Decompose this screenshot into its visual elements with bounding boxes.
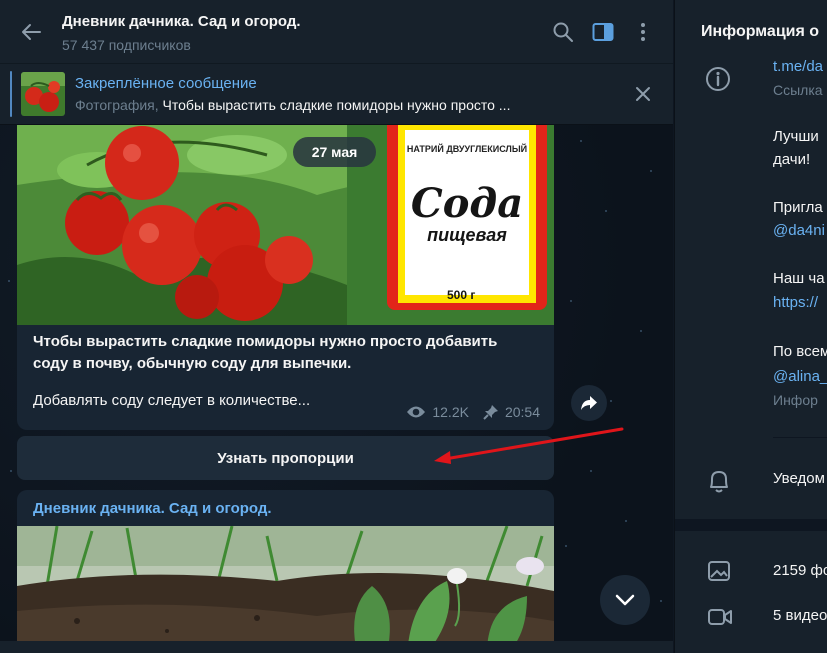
share-arrow-icon xyxy=(581,396,597,410)
channel-post[interactable]: НАТРИЙ ДВУУГЛЕКИСЛЫЙ Сода пищевая 500 г … xyxy=(17,125,554,430)
pinned-kind: Фотография, xyxy=(75,97,159,113)
soda-word2: пищевая xyxy=(427,225,507,245)
arrow-left-icon xyxy=(22,23,41,40)
search-icon xyxy=(553,22,573,42)
description-line: дачи! xyxy=(773,151,811,168)
date-badge: 27 мая xyxy=(293,137,376,167)
info-icon xyxy=(706,67,730,91)
description-line: По всем xyxy=(773,343,827,360)
channel-title: Дневник дачника. Сад и огород. xyxy=(62,12,301,30)
description-line: Пригла xyxy=(773,199,823,216)
close-icon xyxy=(636,87,650,101)
post-photo[interactable]: НАТРИЙ ДВУУГЛЕКИСЛЫЙ Сода пищевая 500 г xyxy=(17,125,554,325)
post-text-line: Чтобы вырастить сладкие помидоры нужно п… xyxy=(33,333,498,350)
video-icon xyxy=(708,609,732,625)
more-vertical-icon xyxy=(641,22,645,41)
pinned-thumbnail xyxy=(21,72,65,116)
bell-icon xyxy=(710,471,728,493)
channel-link-caption: Ссылка xyxy=(773,82,823,98)
post-time: 20:54 xyxy=(504,404,540,420)
post-author[interactable]: Дневник дачника. Сад и огород. xyxy=(17,490,554,526)
pinned-accent-bar xyxy=(10,71,12,117)
channel-info-pane: Информация о t.me/da Ссылка Лучши дачи! … xyxy=(674,0,827,653)
soda-brand-label: НАТРИЙ ДВУУГЛЕКИСЛЫЙ xyxy=(406,144,528,154)
post-meta: 12.2K 20:54 xyxy=(406,404,540,420)
description-line: Наш ча xyxy=(773,270,825,287)
invite-handle-link[interactable]: @da4ni xyxy=(773,222,825,239)
composer-area xyxy=(0,641,673,653)
pinned-preview-text: Чтобы вырастить сладкие помидоры нужно п… xyxy=(162,97,511,113)
description-line: Лучши xyxy=(773,128,819,145)
share-button[interactable] xyxy=(571,385,607,421)
soda-word: Сода xyxy=(410,180,524,227)
chevron-down-icon xyxy=(615,594,635,606)
more-button[interactable] xyxy=(623,0,663,64)
channel-link[interactable]: t.me/da xyxy=(773,58,823,75)
contact-caption: Инфор xyxy=(773,392,818,408)
photo-icon xyxy=(708,561,730,581)
pinned-title: Закреплённое сообщение xyxy=(75,75,257,92)
divider xyxy=(773,437,827,438)
post-text-line: соду в почву, обычную соду для выпечки. xyxy=(33,355,352,372)
info-title: Информация о xyxy=(701,23,820,40)
pin-icon xyxy=(483,405,498,420)
subscriber-count: 57 437 подписчиков xyxy=(62,36,191,53)
soda-weight: 500 г xyxy=(447,288,476,302)
sidebar-toggle-button[interactable] xyxy=(583,0,623,64)
eye-icon xyxy=(407,406,426,418)
photos-count-row[interactable]: 2159 фо xyxy=(773,562,827,579)
scroll-down-button[interactable] xyxy=(600,575,650,625)
chat-pane: Дневник дачника. Сад и огород. 57 437 по… xyxy=(0,0,673,653)
pinned-text: Закреплённое сообщение Фотография, Чтобы… xyxy=(75,75,613,113)
sidebar-panel-icon xyxy=(592,22,614,41)
annotation-arrow xyxy=(434,427,624,464)
post-photo[interactable] xyxy=(17,526,554,653)
channel-post[interactable]: Дневник дачника. Сад и огород. xyxy=(17,490,554,653)
close-pinned-button[interactable] xyxy=(613,64,673,125)
search-button[interactable] xyxy=(543,0,583,64)
chat-header: Дневник дачника. Сад и огород. 57 437 по… xyxy=(0,0,673,64)
chat-link[interactable]: https:// xyxy=(773,294,818,311)
channel-title-block[interactable]: Дневник дачника. Сад и огород. 57 437 по… xyxy=(62,11,543,53)
notifications-toggle-row[interactable]: Уведом xyxy=(773,470,825,487)
pinned-preview: Фотография, Чтобы вырастить сладкие поми… xyxy=(75,97,613,113)
videos-count-row[interactable]: 5 видео xyxy=(773,607,827,624)
back-button[interactable] xyxy=(0,0,62,64)
section-separator xyxy=(675,519,827,531)
view-count: 12.2K xyxy=(432,404,469,420)
post-text: Чтобы вырастить сладкие помидоры нужно п… xyxy=(17,325,554,375)
contact-handle-link[interactable]: @alina_ xyxy=(773,368,827,385)
pinned-message-bar[interactable]: Закреплённое сообщение Фотография, Чтобы… xyxy=(0,64,673,125)
